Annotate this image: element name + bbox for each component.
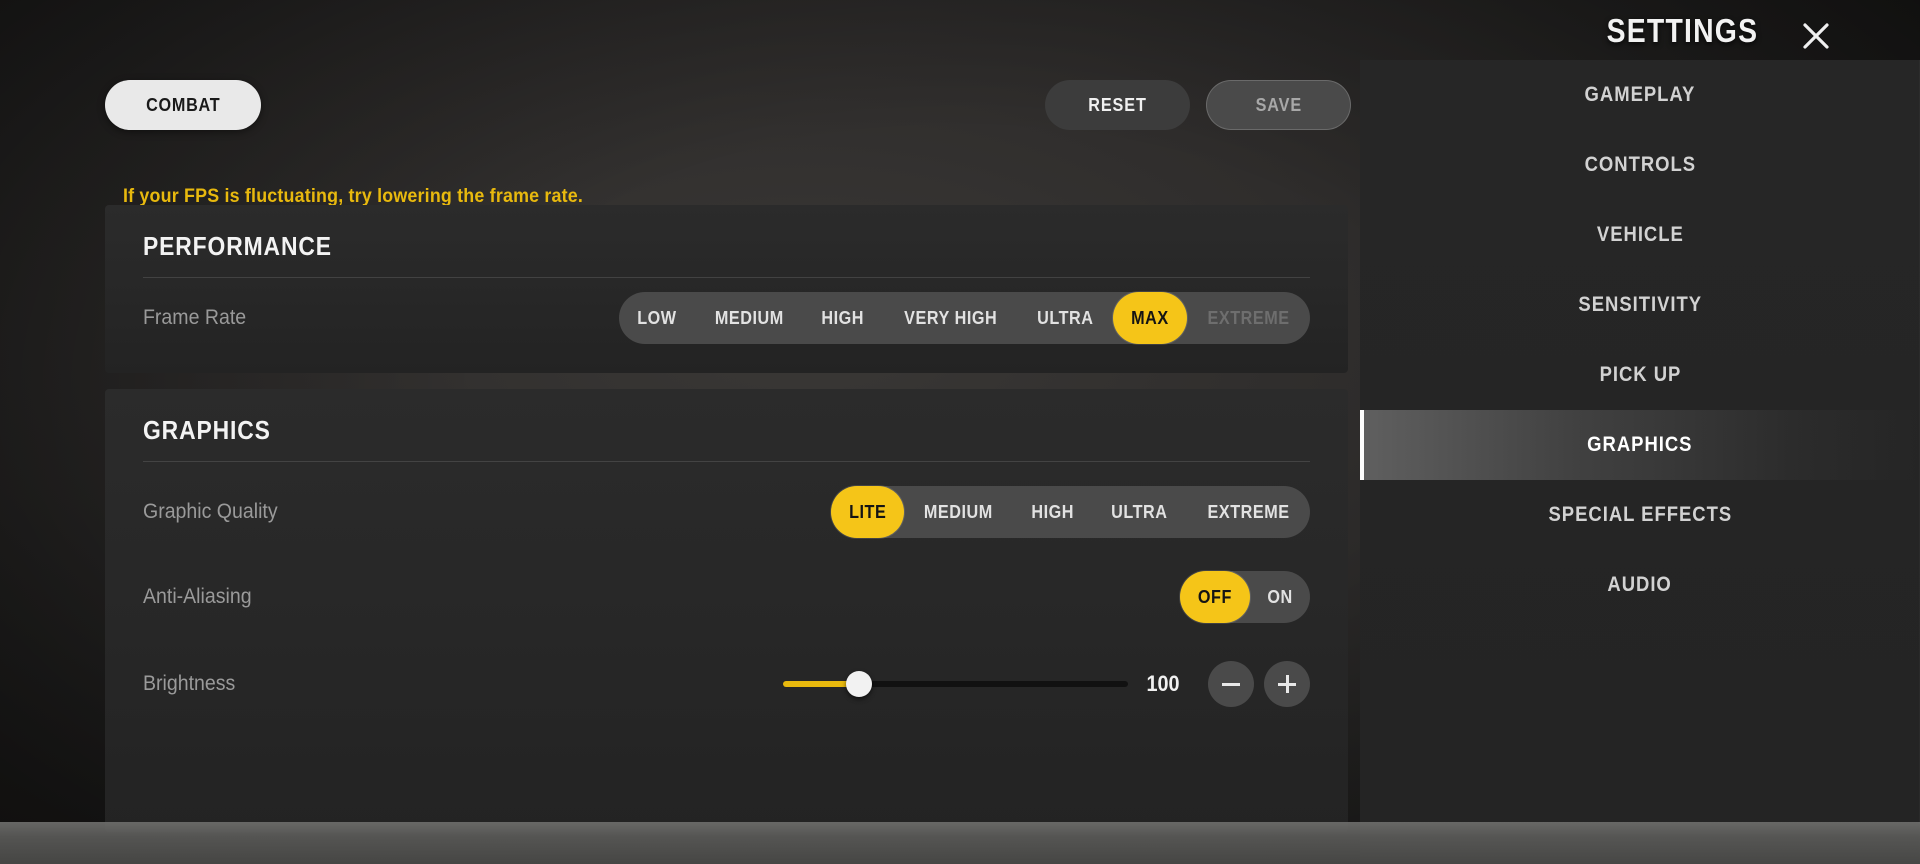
option-label: MEDIUM [923, 501, 993, 522]
row-frame-rate: Frame Rate LOW MEDIUM HIGH VERY HIGH ULTRA MA… [105, 285, 1348, 351]
brightness-decrease-button[interactable] [1208, 661, 1254, 707]
option-high[interactable]: HIGH [1013, 486, 1092, 538]
sidebar-item-gameplay[interactable]: GAMEPLAY [1360, 60, 1920, 130]
option-ultra[interactable]: ULTRA [1092, 486, 1187, 538]
anti-aliasing-selector[interactable]: OFF ON [1180, 571, 1310, 623]
option-label: ON [1267, 586, 1293, 607]
reset-button[interactable]: RESET [1045, 80, 1190, 130]
section-graphics-title: GRAPHICS [143, 415, 271, 445]
option-label: MAX [1131, 307, 1169, 328]
close-icon[interactable] [1794, 14, 1838, 58]
sidebar-item-label: GRAPHICS [1587, 433, 1693, 456]
section-divider [143, 461, 1310, 462]
option-label: OFF [1197, 586, 1232, 607]
row-brightness-label: Brightness [143, 672, 236, 695]
section-performance: PERFORMANCE Frame Rate LOW MEDIUM HIGH VERY… [105, 205, 1348, 373]
option-label: EXTREME [1207, 501, 1290, 522]
row-anti-aliasing: Anti-Aliasing OFF ON [105, 564, 1348, 630]
sidebar-item-graphics[interactable]: GRAPHICS [1360, 410, 1920, 480]
row-graphic-quality: Graphic Quality LITE MEDIUM HIGH ULTRA EXTRE… [105, 479, 1348, 545]
option-lite[interactable]: LITE [830, 486, 905, 538]
reset-button-label: RESET [1088, 94, 1147, 115]
settings-content: COMBAT RESET SAVE If your FPS is fluctua… [0, 0, 1360, 864]
option-off[interactable]: OFF [1180, 571, 1250, 623]
sidebar-item-label: PICK UP [1599, 363, 1681, 386]
row-brightness: Brightness 100 [105, 651, 1348, 717]
brightness-slider-knob[interactable] [845, 671, 872, 697]
row-graphic-quality-label: Graphic Quality [143, 500, 278, 523]
brightness-control: 100 [783, 661, 1310, 707]
frame-rate-selector[interactable]: LOW MEDIUM HIGH VERY HIGH ULTRA MAX EXTREME [619, 292, 1310, 344]
sidebar-item-special-effects[interactable]: SPECIAL EFFECTS [1360, 480, 1920, 550]
option-low[interactable]: LOW [619, 292, 695, 344]
graphic-quality-selector[interactable]: LITE MEDIUM HIGH ULTRA EXTREME [830, 486, 1310, 538]
sidebar-item-label: CONTROLS [1584, 153, 1696, 176]
sidebar-item-label: SENSITIVITY [1578, 293, 1702, 316]
brightness-slider-track[interactable] [783, 671, 1128, 697]
option-label: ULTRA [1111, 501, 1168, 522]
brightness-increase-button[interactable] [1264, 661, 1310, 707]
option-label: MEDIUM [714, 307, 784, 328]
section-performance-title: PERFORMANCE [143, 231, 332, 261]
settings-category-sidebar: GAMEPLAY CONTROLS VEHICLE SENSITIVITY PICK U… [1360, 60, 1920, 864]
option-label: LOW [637, 307, 677, 328]
sidebar-item-controls[interactable]: CONTROLS [1360, 130, 1920, 200]
option-medium[interactable]: MEDIUM [695, 292, 804, 344]
sidebar-item-label: GAMEPLAY [1584, 83, 1696, 106]
sidebar-item-pick-up[interactable]: PICK UP [1360, 340, 1920, 410]
tab-combat[interactable]: COMBAT [105, 80, 261, 130]
option-max[interactable]: MAX [1112, 292, 1187, 344]
brightness-value: 100 [1146, 671, 1180, 696]
page-title: SETTINGS [1606, 12, 1758, 49]
option-high[interactable]: HIGH [803, 292, 882, 344]
option-very-high[interactable]: VERY HIGH [883, 292, 1018, 344]
option-ultra[interactable]: ULTRA [1018, 292, 1113, 344]
option-label: EXTREME [1207, 307, 1290, 328]
sidebar-item-audio[interactable]: AUDIO [1360, 550, 1920, 620]
sidebar-item-label: VEHICLE [1596, 223, 1684, 246]
option-label: ULTRA [1037, 307, 1094, 328]
section-graphics: GRAPHICS Graphic Quality LITE MEDIUM HIGH U… [105, 389, 1348, 832]
option-label: HIGH [821, 307, 865, 328]
row-frame-rate-label: Frame Rate [143, 306, 247, 329]
sidebar-item-label: SPECIAL EFFECTS [1548, 503, 1732, 526]
sidebar-item-vehicle[interactable]: VEHICLE [1360, 200, 1920, 270]
save-button-label: SAVE [1255, 94, 1302, 115]
option-extreme: EXTREME [1187, 292, 1310, 344]
option-medium[interactable]: MEDIUM [904, 486, 1013, 538]
option-extreme[interactable]: EXTREME [1187, 486, 1310, 538]
option-label: VERY HIGH [904, 307, 998, 328]
game-settings-screen: SETTINGS GAMEPLAY CONTROLS VEHICLE SENSITIV… [0, 0, 1920, 864]
option-label: HIGH [1031, 501, 1074, 522]
section-divider [143, 277, 1310, 278]
option-on[interactable]: ON [1250, 571, 1310, 623]
save-button[interactable]: SAVE [1206, 80, 1351, 130]
option-label: LITE [848, 501, 887, 522]
sidebar-item-sensitivity[interactable]: SENSITIVITY [1360, 270, 1920, 340]
sidebar-item-label: AUDIO [1607, 573, 1673, 596]
row-anti-aliasing-label: Anti-Aliasing [143, 585, 252, 608]
tab-combat-label: COMBAT [145, 94, 221, 115]
